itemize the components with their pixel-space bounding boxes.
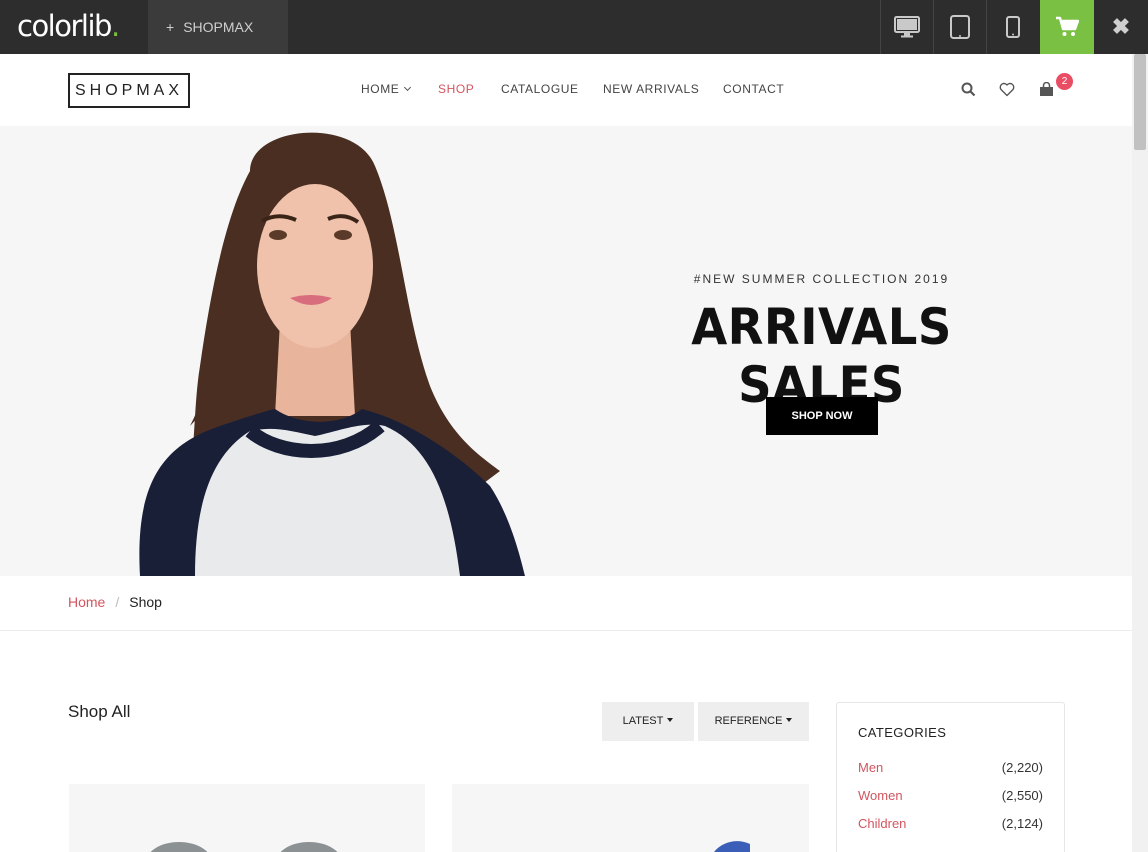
desktop-icon: [894, 16, 920, 38]
search-icon[interactable]: [961, 82, 976, 97]
breadcrumb-divider: [0, 630, 1132, 631]
product-card[interactable]: [452, 784, 809, 852]
category-women[interactable]: Women (2,550): [858, 788, 1043, 803]
nav-home[interactable]: HOME: [361, 82, 412, 96]
desktop-view-button[interactable]: [880, 0, 933, 54]
mobile-view-button[interactable]: [986, 0, 1039, 54]
buy-theme-button[interactable]: [1040, 0, 1094, 54]
product-card[interactable]: [69, 784, 425, 852]
nav-contact[interactable]: CONTACT: [723, 82, 784, 96]
shop-now-button[interactable]: SHOP NOW: [766, 397, 878, 435]
site-header: SHOPMAX HOME SHOP CATALOGUE NEW ARRIVALS…: [0, 54, 1132, 126]
cart-count-badge: 2: [1056, 73, 1073, 90]
nav-shop[interactable]: SHOP: [438, 82, 474, 96]
cart-icon: [1056, 16, 1079, 36]
hero-banner: #NEW SUMMER COLLECTION 2019 ARRIVALS SAL…: [0, 126, 1132, 576]
colorlib-logo[interactable]: colorlib.: [17, 9, 120, 43]
categories-panel: CATEGORIES Men (2,220) Women (2,550) Child…: [836, 702, 1065, 852]
sort-latest-dropdown[interactable]: LATEST: [602, 702, 694, 741]
shop-all-heading: Shop All: [68, 702, 131, 721]
theme-tab-label: SHOPMAX: [183, 19, 254, 35]
tablet-view-button[interactable]: [933, 0, 986, 54]
breadcrumb-home-link[interactable]: Home: [68, 594, 105, 610]
caret-down-icon: [667, 718, 674, 722]
breadcrumb-current: Shop: [129, 594, 162, 610]
scrollbar-thumb[interactable]: [1134, 54, 1146, 150]
breadcrumb-separator: /: [115, 594, 120, 610]
mobile-icon: [1006, 16, 1020, 38]
theme-tab[interactable]: + SHOPMAX: [148, 0, 288, 54]
heart-icon[interactable]: [999, 82, 1015, 97]
tablet-icon: [950, 15, 970, 39]
sort-reference-dropdown[interactable]: REFERENCE: [698, 702, 809, 741]
product-image: [150, 842, 338, 852]
categories-title: CATEGORIES: [858, 725, 947, 740]
category-men[interactable]: Men (2,220): [858, 760, 1043, 775]
nav-new-arrivals[interactable]: NEW ARRIVALS: [603, 82, 699, 96]
scrollbar-track[interactable]: [1132, 54, 1148, 852]
hero-model-image: [139, 132, 525, 576]
shopmax-logo[interactable]: SHOPMAX: [68, 73, 190, 108]
close-icon: ✖: [1111, 14, 1131, 39]
caret-down-icon: [786, 718, 793, 722]
hero-subtitle: #NEW SUMMER COLLECTION 2019: [693, 272, 950, 286]
close-demo-button[interactable]: ✖: [1094, 0, 1148, 54]
category-children[interactable]: Children (2,124): [858, 816, 1043, 831]
breadcrumb: Home / Shop: [68, 594, 162, 610]
nav-catalogue[interactable]: CATALOGUE: [501, 82, 579, 96]
product-image: [714, 841, 750, 852]
demo-top-bar: colorlib. + SHOPMAX ✖: [0, 0, 1148, 54]
chevron-down-icon: [404, 83, 412, 92]
shopping-bag-icon[interactable]: [1039, 82, 1054, 97]
